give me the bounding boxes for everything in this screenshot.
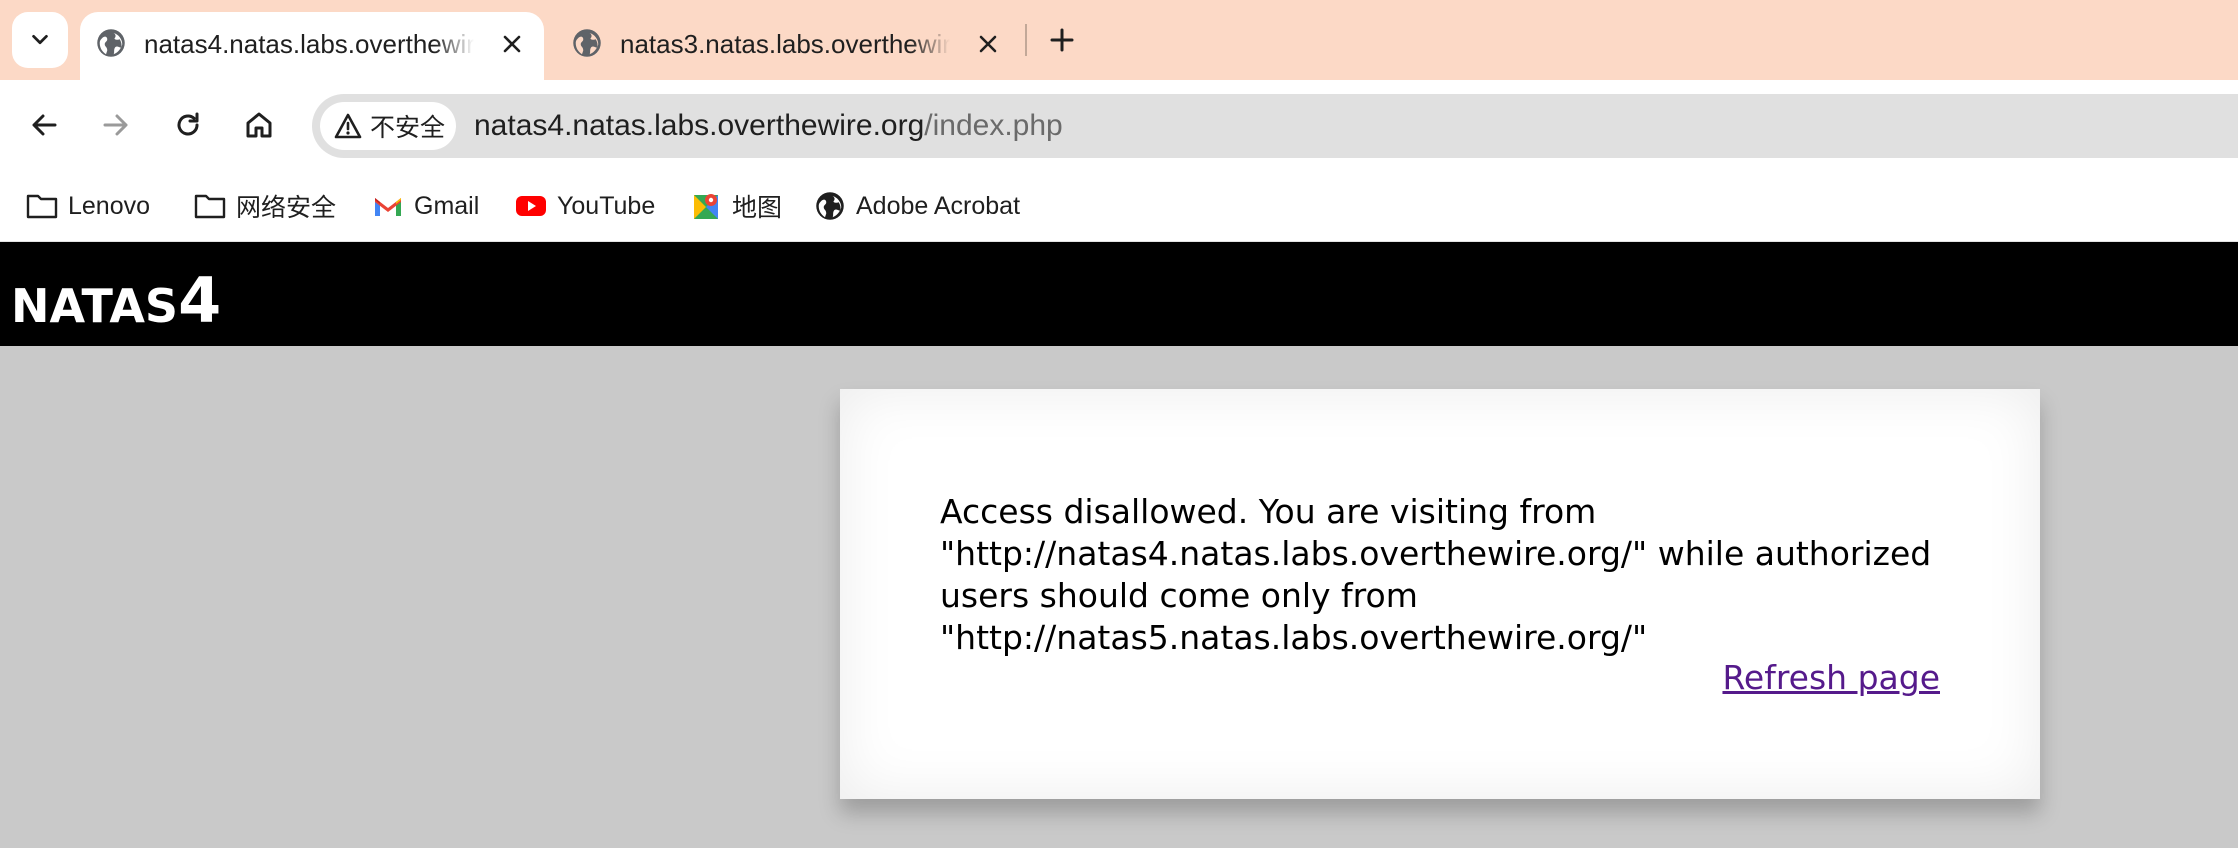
bookmark-maps[interactable]: 地图	[690, 184, 782, 228]
arrow-right-icon	[103, 114, 128, 136]
close-icon	[503, 35, 521, 53]
natas-header: NATAS4	[0, 242, 2238, 346]
bookmark-lenovo[interactable]: Lenovo	[26, 184, 150, 228]
back-button[interactable]	[19, 100, 69, 150]
bookmark-label: 地图	[732, 194, 783, 222]
browser-toolbar: 不安全 natas4.natas.labs.overthewire.org/in…	[0, 80, 2238, 172]
tab-divider	[1025, 24, 1027, 56]
bookmark-label: Adobe Acrobat	[856, 191, 1021, 220]
maps-icon	[690, 190, 722, 222]
message-line: users should come only from	[940, 576, 1418, 615]
url-host: natas4.natas.labs.overthewire.org	[474, 109, 925, 142]
tab-title: natas4.natas.labs.overthewire.org	[144, 29, 474, 59]
refresh-page-link[interactable]: Refresh page	[1722, 657, 1940, 699]
tab-natas4[interactable]: natas4.natas.labs.overthewire.org	[80, 12, 544, 80]
bookmark-youtube[interactable]: YouTube	[515, 184, 655, 228]
globe-icon	[97, 29, 125, 57]
url-path: /index.php	[924, 109, 1063, 142]
reload-icon	[177, 112, 199, 136]
chevron-down-icon	[32, 34, 48, 45]
arrow-left-icon	[32, 114, 57, 136]
tab-search-button[interactable]	[12, 12, 68, 68]
globe-icon	[814, 190, 846, 222]
folder-icon	[194, 190, 226, 222]
url-text[interactable]: natas4.natas.labs.overthewire.org/index.…	[474, 108, 1063, 144]
tab-close-button[interactable]	[970, 26, 1006, 62]
access-message: Access disallowed. You are visiting from…	[940, 491, 1940, 659]
tab-title: natas3.natas.labs.overthewire.org	[620, 29, 950, 59]
page-title-word: NATAS	[11, 279, 179, 333]
page-title-number: 4	[178, 264, 222, 337]
bookmark-gmail[interactable]: Gmail	[372, 184, 479, 228]
home-icon	[246, 112, 272, 138]
folder-icon	[26, 190, 58, 222]
tab-natas3[interactable]: natas3.natas.labs.overthewire.org	[556, 12, 1020, 80]
content-card: Access disallowed. You are visiting from…	[840, 389, 2040, 799]
gmail-icon	[372, 190, 404, 222]
bookmarks-bar: Lenovo 网络安全 Gmail YouTube 地图 Adobe Acrob…	[0, 172, 2238, 242]
bookmark-network-security[interactable]: 网络安全	[194, 184, 336, 228]
globe-icon	[573, 29, 601, 57]
security-label: 不安全	[370, 114, 446, 142]
security-indicator[interactable]: 不安全	[320, 102, 456, 150]
home-button[interactable]	[234, 100, 284, 150]
tab-strip: natas4.natas.labs.overthewire.org natas3…	[0, 0, 2238, 80]
message-line: "http://natas4.natas.labs.overthewire.or…	[940, 534, 1932, 573]
bookmark-label: YouTube	[557, 191, 656, 220]
reload-button[interactable]	[163, 100, 213, 150]
address-bar[interactable]: 不安全 natas4.natas.labs.overthewire.org/in…	[312, 94, 2238, 158]
bookmark-adobe-acrobat[interactable]: Adobe Acrobat	[814, 184, 1020, 228]
warning-icon	[334, 113, 362, 139]
message-line: "http://natas5.natas.labs.overthewire.or…	[940, 618, 1648, 657]
forward-button[interactable]	[91, 100, 141, 150]
page-title: NATAS4	[11, 264, 221, 337]
youtube-icon	[515, 190, 547, 222]
tab-close-button[interactable]	[494, 26, 530, 62]
bookmark-label: 网络安全	[236, 194, 337, 222]
bookmark-label: Lenovo	[68, 191, 151, 220]
message-line: Access disallowed. You are visiting from	[940, 492, 1597, 531]
bookmark-label: Gmail	[414, 191, 480, 220]
new-tab-button[interactable]	[1040, 18, 1084, 62]
plus-icon	[1050, 28, 1074, 52]
close-icon	[979, 35, 997, 53]
